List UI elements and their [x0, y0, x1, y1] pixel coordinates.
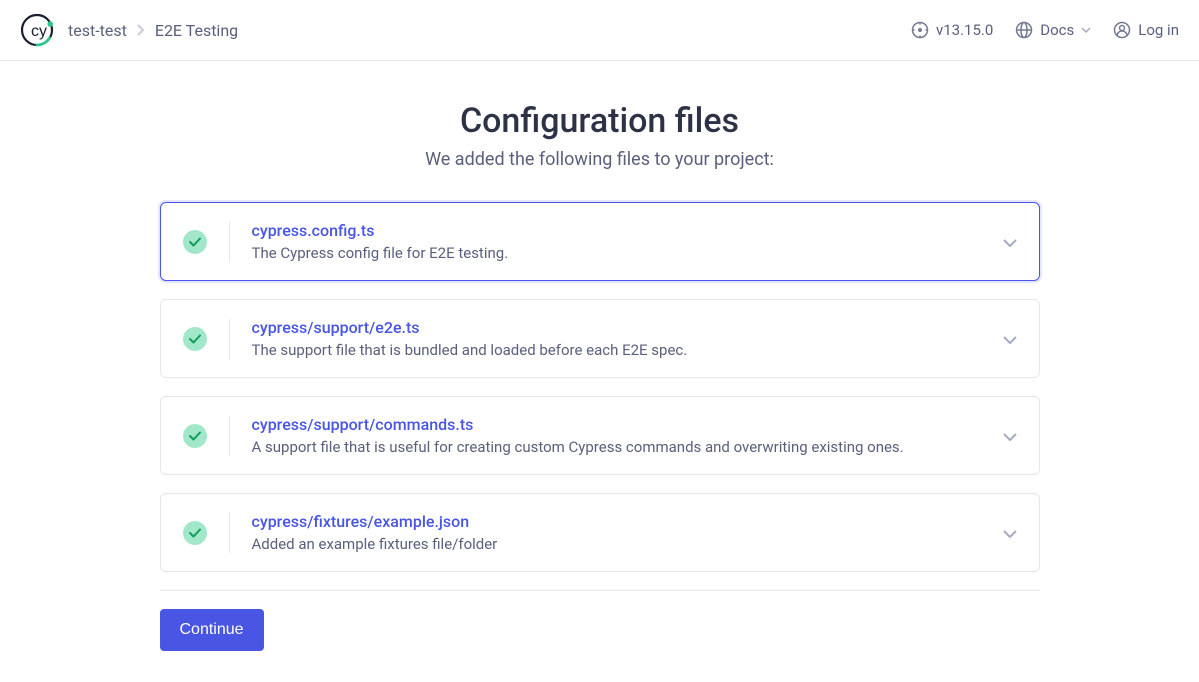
breadcrumb-section[interactable]: E2E Testing [155, 21, 238, 40]
card-body: cypress/support/e2e.ts The support file … [252, 318, 1003, 359]
cypress-logo-icon: cy [20, 13, 54, 47]
divider [229, 416, 230, 456]
login-link[interactable]: Log in [1113, 21, 1179, 39]
divider [229, 513, 230, 553]
page-subtitle: We added the following files to your pro… [425, 149, 774, 170]
config-file-card[interactable]: cypress/support/e2e.ts The support file … [160, 299, 1040, 378]
breadcrumb-project[interactable]: test-test [68, 21, 127, 40]
divider [229, 319, 230, 359]
breadcrumb: test-test E2E Testing [68, 21, 238, 40]
version-text: v13.15.0 [936, 21, 993, 39]
chevron-down-icon [1081, 27, 1091, 33]
card-body: cypress.config.ts The Cypress config fil… [252, 221, 1003, 262]
check-icon [183, 327, 207, 351]
docs-link[interactable]: Docs [1015, 21, 1091, 39]
config-file-card[interactable]: cypress.config.ts The Cypress config fil… [160, 202, 1040, 281]
config-file-card[interactable]: cypress/fixtures/example.json Added an e… [160, 493, 1040, 572]
version-indicator[interactable]: v13.15.0 [911, 21, 993, 39]
chevron-down-icon [1003, 329, 1017, 348]
globe-icon [1015, 21, 1033, 39]
file-description: The Cypress config file for E2E testing. [252, 244, 1003, 262]
page-title: Configuration files [460, 101, 739, 141]
divider [229, 222, 230, 262]
file-name: cypress/support/commands.ts [252, 415, 1003, 434]
footer-actions: Continue [160, 609, 1040, 651]
chevron-down-icon [1003, 426, 1017, 445]
file-description: The support file that is bundled and loa… [252, 341, 1003, 359]
check-icon [183, 521, 207, 545]
continue-button[interactable]: Continue [160, 609, 264, 651]
chevron-down-icon [1003, 232, 1017, 251]
docs-text: Docs [1040, 21, 1074, 39]
chevron-right-icon [137, 21, 145, 40]
header-left: cy test-test E2E Testing [20, 13, 238, 47]
check-icon [183, 424, 207, 448]
file-list: cypress.config.ts The Cypress config fil… [160, 202, 1040, 590]
main-content: Configuration files We added the followi… [0, 61, 1199, 651]
app-header: cy test-test E2E Testing v13.15.0 Docs [0, 0, 1199, 61]
file-name: cypress.config.ts [252, 221, 1003, 240]
compass-icon [911, 21, 929, 39]
svg-text:cy: cy [31, 23, 47, 40]
login-text: Log in [1138, 21, 1179, 39]
user-icon [1113, 21, 1131, 39]
file-description: A support file that is useful for creati… [252, 438, 1003, 456]
check-icon [183, 230, 207, 254]
file-description: Added an example fixtures file/folder [252, 535, 1003, 553]
file-name: cypress/fixtures/example.json [252, 512, 1003, 531]
config-file-card[interactable]: cypress/support/commands.ts A support fi… [160, 396, 1040, 475]
header-right: v13.15.0 Docs Log in [911, 21, 1179, 39]
chevron-down-icon [1003, 523, 1017, 542]
section-divider [160, 590, 1040, 591]
file-name: cypress/support/e2e.ts [252, 318, 1003, 337]
card-body: cypress/fixtures/example.json Added an e… [252, 512, 1003, 553]
card-body: cypress/support/commands.ts A support fi… [252, 415, 1003, 456]
